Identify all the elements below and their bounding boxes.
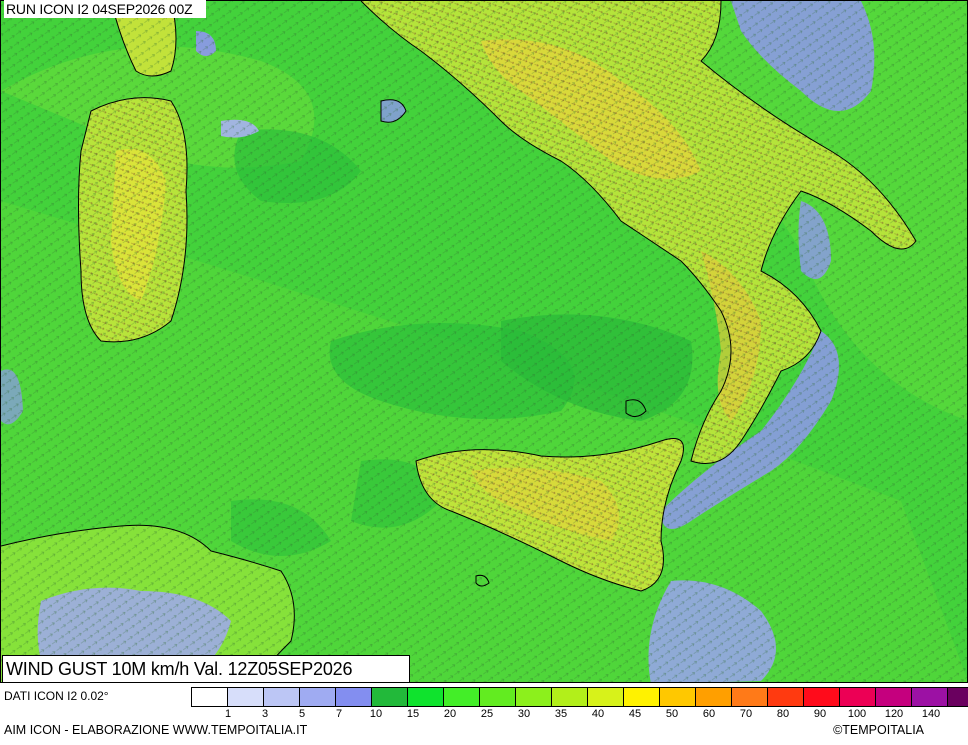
map-canvas	[1, 1, 967, 682]
scale-swatch	[192, 688, 228, 706]
scale-tick-label: 50	[665, 708, 679, 720]
scale-tick-label: 70	[739, 708, 753, 720]
scale-swatch	[768, 688, 804, 706]
scale-tick-label: 20	[443, 708, 457, 720]
scale-tick-label: 3	[261, 708, 269, 720]
scale-tick-label: 100	[847, 708, 867, 720]
run-label: RUN ICON I2 04SEP2026 00Z	[4, 0, 207, 18]
scale-swatch	[228, 688, 264, 706]
scale-tick-label: 30	[517, 708, 531, 720]
scale-tick-label: 60	[702, 708, 716, 720]
scale-swatch	[948, 688, 968, 706]
scale-swatch	[840, 688, 876, 706]
scale-swatch	[372, 688, 408, 706]
scale-swatch	[516, 688, 552, 706]
scale-tick-label: 80	[776, 708, 790, 720]
scale-tick-label: 1	[224, 708, 232, 720]
scale-swatch	[624, 688, 660, 706]
scale-swatch	[804, 688, 840, 706]
scale-tick-label: 15	[406, 708, 420, 720]
scale-tick-label: 10	[369, 708, 383, 720]
scale-swatch	[696, 688, 732, 706]
scale-swatch	[408, 688, 444, 706]
color-scale-ticks: 1 3 5 7 10 15 20 25 30 35 40 45 50 60 70 80 90 100 120 140	[191, 708, 968, 722]
scale-swatch	[732, 688, 768, 706]
scale-tick-label: 40	[591, 708, 605, 720]
scale-swatch	[480, 688, 516, 706]
scale-swatch	[588, 688, 624, 706]
scale-swatch	[300, 688, 336, 706]
scale-swatch	[876, 688, 912, 706]
map-title: WIND GUST 10M km/h Val. 12Z05SEP2026	[2, 655, 410, 683]
scale-swatch	[552, 688, 588, 706]
scale-swatch	[336, 688, 372, 706]
scale-swatch	[912, 688, 948, 706]
scale-swatch	[264, 688, 300, 706]
scale-tick-label: 120	[884, 708, 904, 720]
brand-label: ©TEMPOITALIA	[833, 723, 924, 737]
scale-tick-label: 7	[335, 708, 343, 720]
data-source-label: DATI ICON I2 0.02°	[4, 689, 109, 703]
scale-tick-label: 90	[813, 708, 827, 720]
credit-label: AIM ICON - ELABORAZIONE WWW.TEMPOITALIA.…	[4, 723, 308, 737]
wind-gust-map[interactable]	[0, 0, 968, 683]
scale-tick-label: 45	[628, 708, 642, 720]
scale-swatch	[444, 688, 480, 706]
scale-tick-label: 140	[921, 708, 941, 720]
scale-tick-label: 35	[554, 708, 568, 720]
scale-swatch	[660, 688, 696, 706]
scale-tick-label: 5	[298, 708, 306, 720]
color-scale-legend	[191, 687, 968, 707]
scale-tick-label: 25	[480, 708, 494, 720]
